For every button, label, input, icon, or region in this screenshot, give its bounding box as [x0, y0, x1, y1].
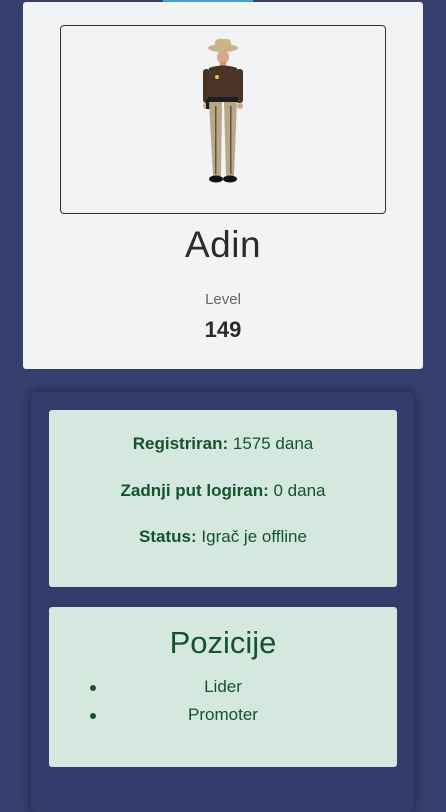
police-officer-character-icon: [203, 39, 243, 183]
registered-label: Registriran:: [132, 434, 229, 453]
position-label: Lider: [204, 677, 242, 696]
last-login-label: Zadnji put logiran:: [120, 481, 269, 500]
status-value: Igrač je offline: [201, 527, 307, 546]
level-value: 149: [204, 317, 242, 342]
list-item: Lider: [49, 677, 397, 705]
registered-value: 1575 dana: [232, 434, 314, 453]
status-label: Status:: [139, 527, 197, 546]
bullet-icon: [90, 685, 96, 691]
position-label: Promoter: [188, 705, 258, 724]
positions-title: Pozicije: [169, 625, 277, 660]
profile-card: Adin Level 149: [23, 2, 423, 369]
registered-row: Registriran: 1575 dana: [49, 434, 397, 454]
player-name: Adin: [184, 224, 262, 265]
bullet-icon: [90, 713, 96, 719]
info-panel: Registriran: 1575 dana Zadnji put logira…: [31, 392, 414, 812]
positions-box: Pozicije Lider Promoter: [49, 607, 397, 767]
positions-list: Lider Promoter: [49, 677, 397, 733]
status-row: Status: Igrač je offline: [49, 527, 397, 547]
list-item: Promoter: [49, 705, 397, 733]
avatar-frame: [60, 25, 386, 214]
last-login-row: Zadnji put logiran: 0 dana: [49, 481, 397, 501]
stats-box: Registriran: 1575 dana Zadnji put logira…: [49, 410, 397, 587]
level-label: Level: [205, 291, 241, 308]
last-login-value: 0 dana: [273, 481, 326, 500]
